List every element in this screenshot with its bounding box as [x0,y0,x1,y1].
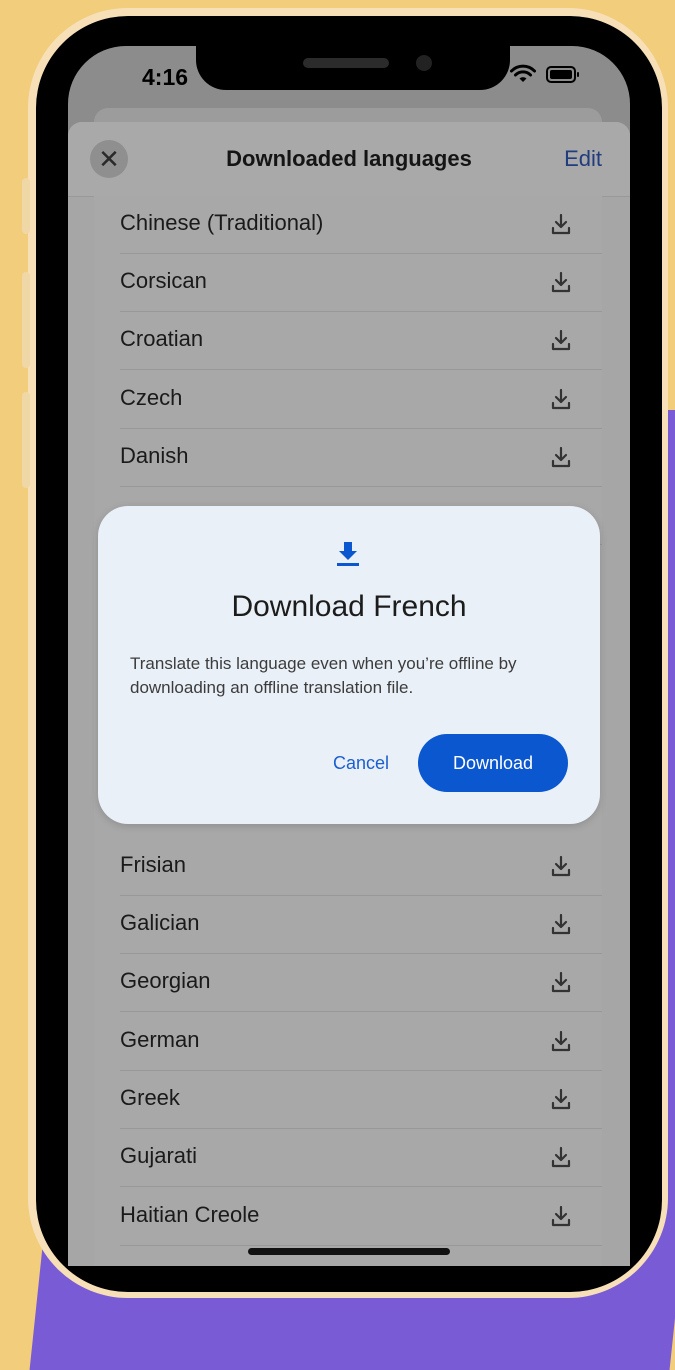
language-label: Greek [120,1085,180,1110]
download-button[interactable]: Download [418,734,568,792]
language-row-danish[interactable]: Danish [94,429,602,487]
front-camera [416,55,432,71]
divider [120,1186,602,1187]
download-icon [337,542,359,566]
cancel-button[interactable]: Cancel [326,738,396,788]
divider [120,1245,602,1246]
battery-icon [546,65,579,83]
download-icon[interactable] [550,1204,572,1228]
sheet-header: ✕ Downloaded languages Edit [68,122,630,197]
download-icon[interactable] [550,270,572,294]
download-icon[interactable] [550,854,572,878]
dialog-title: Download French [231,590,467,623]
download-icon[interactable] [550,387,572,411]
language-row-galician[interactable]: Galician [94,896,602,954]
divider [120,369,602,370]
dialog-body: Translate this language even when you’re… [130,654,517,697]
language-label: Chinese (Traditional) [120,210,324,235]
phone-side-button [22,272,30,368]
status-time: 4:16 [142,64,189,90]
download-icon[interactable] [550,328,572,352]
language-row-frisian[interactable]: Frisian [94,838,602,896]
language-label: Gujarati [120,1143,198,1168]
wifi-icon [510,64,536,82]
language-label: Czech [120,385,183,410]
language-row-croatian[interactable]: Croatian [94,312,602,370]
language-label: Haitian Creole [120,1202,260,1227]
language-row-haitian-creole[interactable]: Haitian Creole [94,1188,602,1246]
phone-side-button [22,392,30,488]
download-icon[interactable] [550,1029,572,1053]
language-row-greek[interactable]: Greek [94,1071,602,1129]
language-row-corsican[interactable]: Corsican [94,254,602,312]
language-label: German [120,1027,200,1052]
speaker [303,58,389,68]
language-label: Frisian [120,852,187,877]
language-row-chinese-traditional[interactable]: Chinese (Traditional) [94,196,602,254]
language-label: Croatian [120,326,204,351]
download-dialog: Download French Translate this language … [98,506,600,824]
language-label: Corsican [120,268,207,293]
notch [196,46,510,90]
phone-side-button [22,178,30,234]
download-icon[interactable] [550,445,572,469]
language-row-german[interactable]: German [94,1013,602,1071]
language-row-georgian[interactable]: Georgian [94,954,602,1012]
download-icon[interactable] [550,1087,572,1111]
language-label: Galician [120,910,200,935]
download-icon[interactable] [550,1145,572,1169]
download-icon[interactable] [550,970,572,994]
home-indicator[interactable] [248,1248,450,1255]
divider [120,1011,602,1012]
language-label: Georgian [120,968,211,993]
download-icon[interactable] [550,912,572,936]
sheet-title: Downloaded languages [226,146,472,171]
language-label: Danish [120,443,189,468]
download-icon[interactable] [550,212,572,236]
status-icons [510,64,580,84]
language-row-gujarati[interactable]: Gujarati [94,1129,602,1187]
language-row-czech[interactable]: Czech [94,371,602,429]
edit-button[interactable]: Edit [564,146,602,172]
